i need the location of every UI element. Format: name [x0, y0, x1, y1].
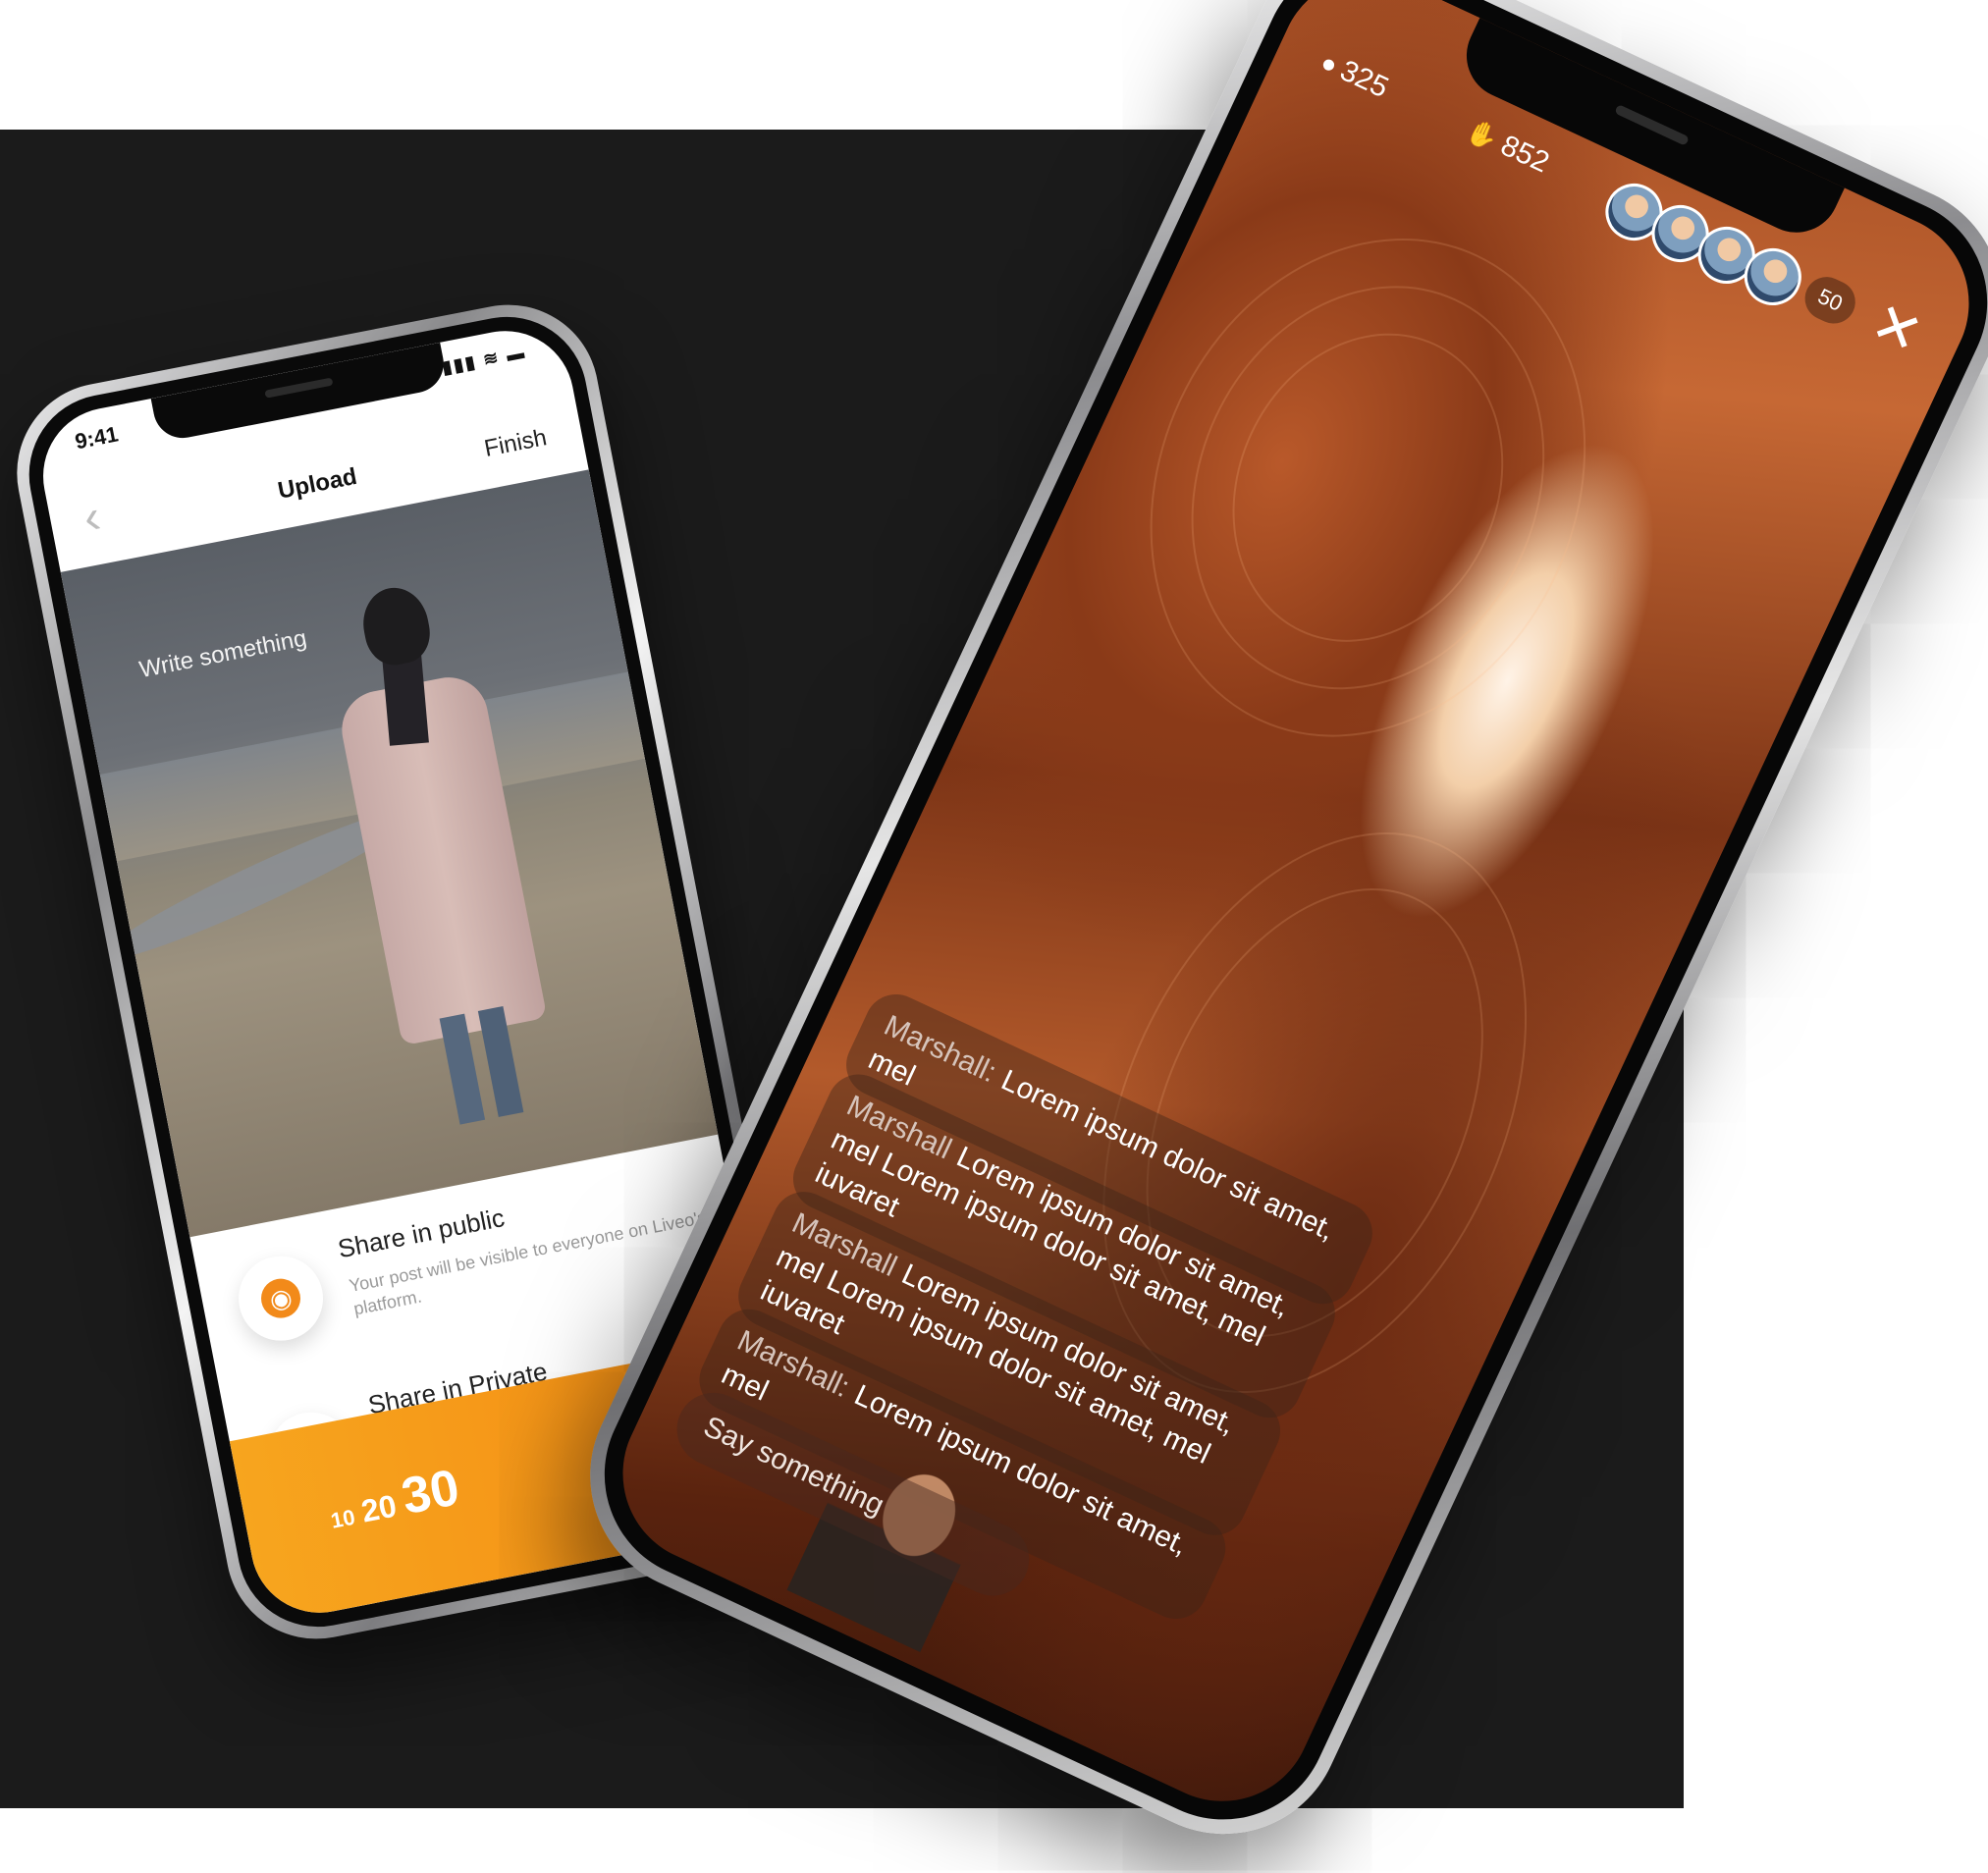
status-time: 9:41: [73, 421, 121, 455]
likes-stat: ✋852: [1462, 115, 1555, 180]
viewers-stat: ●325: [1316, 46, 1394, 105]
close-icon[interactable]: ✕: [1861, 290, 1932, 367]
caption-input[interactable]: Write something: [137, 625, 309, 684]
more-viewers-count[interactable]: 50: [1798, 269, 1863, 331]
thumb-icon: ✋: [1462, 115, 1504, 155]
finish-button[interactable]: Finish: [482, 424, 549, 463]
duration-option[interactable]: 20: [358, 1487, 400, 1528]
signal-wifi-battery-icon: ▮▮▮ ≋ ▬: [440, 342, 528, 378]
duration-option[interactable]: 10: [329, 1505, 357, 1533]
duration-option-selected[interactable]: 30: [398, 1459, 464, 1525]
globe-icon: ◉: [231, 1249, 331, 1349]
